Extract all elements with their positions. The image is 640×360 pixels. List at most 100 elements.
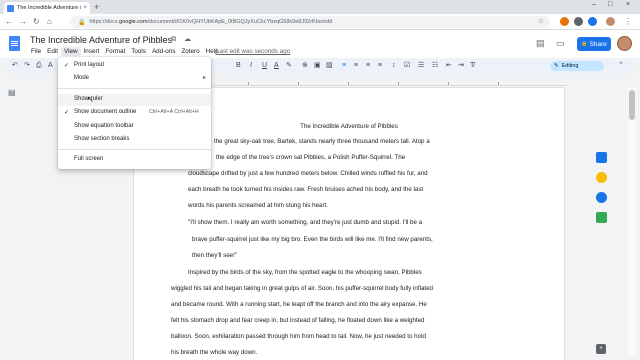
- bold-button[interactable]: B: [236, 61, 241, 71]
- docs-favicon-icon: [7, 4, 14, 12]
- align-center-icon[interactable]: ≡: [354, 61, 358, 71]
- browser-menu-icon[interactable]: ⋮: [624, 16, 632, 28]
- minimize-button[interactable]: –: [592, 1, 596, 8]
- scrollbar-thumb[interactable]: [629, 90, 635, 120]
- underline-button[interactable]: U: [262, 61, 267, 71]
- pencil-icon: ✎: [554, 63, 559, 69]
- checklist-icon[interactable]: ☑: [404, 61, 410, 71]
- redo-icon[interactable]: ↷: [24, 61, 30, 71]
- document-outline-icon[interactable]: ▤: [8, 88, 16, 97]
- clear-formatting-icon[interactable]: T̸: [470, 61, 474, 71]
- decrease-indent-icon[interactable]: ⇤: [446, 61, 452, 71]
- menu-addons[interactable]: Add-ons: [149, 47, 178, 56]
- url-text: https://docs.google.com/document/d/1K0vQ…: [89, 19, 333, 25]
- menu-divider: [58, 88, 211, 89]
- share-lock-icon: 🔒: [581, 41, 588, 47]
- justify-icon[interactable]: ≡: [378, 61, 382, 71]
- highlight-icon[interactable]: ✎: [286, 61, 292, 71]
- menu-item-show-document-outline[interactable]: ✓ Show document outline Ctrl+Alt+A Ctrl+…: [58, 107, 211, 119]
- paragraph-line: wiggled his tail and began taking in gre…: [171, 285, 433, 292]
- menu-item-show-equation-toolbar[interactable]: Show equation toolbar: [58, 121, 211, 133]
- spellcheck-icon[interactable]: A: [48, 61, 53, 71]
- view-menu-dropdown: ✓ Print layout Mode ▸ Show ruler ✓ Show …: [58, 57, 211, 169]
- menu-file[interactable]: File: [28, 47, 44, 56]
- checkmark-icon: ✓: [64, 63, 70, 69]
- menu-format[interactable]: Format: [102, 47, 128, 56]
- browser-tab-strip: The Incredible Adventure of Pibbles × + …: [0, 0, 640, 14]
- ruler-tick: [298, 82, 299, 85]
- browser-tab[interactable]: The Incredible Adventure of Pibbles ×: [4, 2, 90, 14]
- menu-item-label: Full screen: [74, 156, 104, 162]
- home-button[interactable]: ⌂: [47, 16, 52, 28]
- paragraph-line: "I'll show them. I really am worth somet…: [188, 219, 423, 226]
- italic-button[interactable]: I: [250, 61, 252, 71]
- forward-button[interactable]: →: [19, 16, 27, 28]
- reload-button[interactable]: ↻: [33, 16, 40, 28]
- last-edit-link[interactable]: Last edit was seconds ago: [216, 48, 290, 55]
- menu-item-shortcut: Ctrl+Alt+A Ctrl+Alt+H: [149, 109, 199, 115]
- numbered-list-icon[interactable]: ☷: [432, 61, 438, 71]
- keep-icon[interactable]: [596, 172, 607, 183]
- account-avatar[interactable]: [617, 36, 632, 51]
- close-window-button[interactable]: ×: [626, 1, 630, 8]
- docs-header: The Incredible Adventure of Pibbles ☆ ⧉ …: [0, 30, 640, 58]
- lock-icon: 🔒: [78, 19, 86, 26]
- text-color-button[interactable]: A: [274, 61, 279, 71]
- calendar-icon[interactable]: [596, 152, 607, 163]
- menu-insert[interactable]: Insert: [81, 47, 103, 56]
- insert-image-icon[interactable]: ▨: [326, 61, 333, 71]
- profile-avatar[interactable]: [606, 17, 615, 26]
- extension-icon[interactable]: [588, 17, 597, 26]
- docs-logo-icon[interactable]: [9, 36, 20, 51]
- paragraph-line: each breath he took turned his insides r…: [188, 186, 424, 193]
- ruler-tick: [448, 82, 449, 85]
- menu-edit[interactable]: Edit: [44, 47, 61, 56]
- tasks-icon[interactable]: [596, 192, 607, 203]
- tab-close-icon[interactable]: ×: [83, 5, 87, 11]
- browser-tab-title: The Incredible Adventure of Pibbles: [17, 5, 81, 11]
- checkmark-icon: ✓: [64, 110, 70, 116]
- print-icon[interactable]: ⎙: [36, 61, 42, 71]
- add-comment-icon[interactable]: ▣: [314, 61, 321, 71]
- ruler-tick: [248, 82, 249, 85]
- paragraph-line: Inspired by the birds of the sky, from t…: [188, 269, 422, 276]
- menu-item-show-ruler[interactable]: Show ruler: [58, 94, 211, 106]
- line-spacing-icon[interactable]: ↕: [392, 61, 396, 71]
- ruler[interactable]: [158, 80, 568, 86]
- present-icon[interactable]: ▭: [556, 38, 565, 49]
- menu-item-label: Mode: [74, 75, 90, 81]
- maps-icon[interactable]: [596, 212, 607, 223]
- menu-item-full-screen[interactable]: Full screen: [58, 154, 211, 166]
- menu-zotero[interactable]: Zotero: [178, 47, 202, 56]
- address-bar[interactable]: 🔒 https://docs.google.com/document/d/1K0…: [70, 16, 550, 28]
- menu-item-mode[interactable]: Mode ▸: [58, 73, 211, 85]
- menu-item-label: Show document outline: [74, 109, 137, 115]
- increase-indent-icon[interactable]: ⇥: [458, 61, 464, 71]
- align-right-icon[interactable]: ≡: [366, 61, 370, 71]
- insert-link-icon[interactable]: ⊕: [302, 61, 308, 71]
- align-left-icon[interactable]: ≡: [342, 61, 346, 71]
- comment-history-icon[interactable]: ▤: [536, 38, 545, 49]
- editing-mode-select[interactable]: ✎ Editing: [550, 61, 604, 71]
- extension-icon[interactable]: [574, 17, 583, 26]
- menu-item-label: Show equation toolbar: [74, 123, 134, 129]
- undo-icon[interactable]: ↶: [12, 61, 18, 71]
- add-button[interactable]: +: [596, 344, 606, 354]
- maximize-button[interactable]: □: [608, 1, 612, 8]
- menu-view[interactable]: View: [61, 47, 81, 56]
- vertical-scrollbar[interactable]: [628, 88, 636, 358]
- collapse-toolbar-icon[interactable]: ⌃: [618, 61, 624, 71]
- menu-tools[interactable]: Tools: [128, 47, 149, 56]
- bulleted-list-icon[interactable]: ☰: [418, 61, 424, 71]
- bookmark-star-icon[interactable]: ☆: [538, 17, 544, 25]
- paragraph-line: the great sky-oak tree, Bartek, stands n…: [214, 138, 430, 145]
- share-button[interactable]: 🔒 Share: [577, 37, 611, 51]
- menu-item-show-section-breaks[interactable]: Show section breaks: [58, 134, 211, 146]
- paragraph-line: the edge of the tree's crown sat Pibbles…: [216, 154, 406, 161]
- extension-icon[interactable]: [560, 17, 569, 26]
- menu-item-print-layout[interactable]: ✓ Print layout: [58, 60, 211, 72]
- document-title[interactable]: The Incredible Adventure of Pibbles: [30, 35, 172, 45]
- title-action-icons[interactable]: ☆ ⧉ ☁: [157, 35, 194, 44]
- back-button[interactable]: ←: [5, 16, 13, 28]
- new-tab-button[interactable]: +: [94, 2, 99, 12]
